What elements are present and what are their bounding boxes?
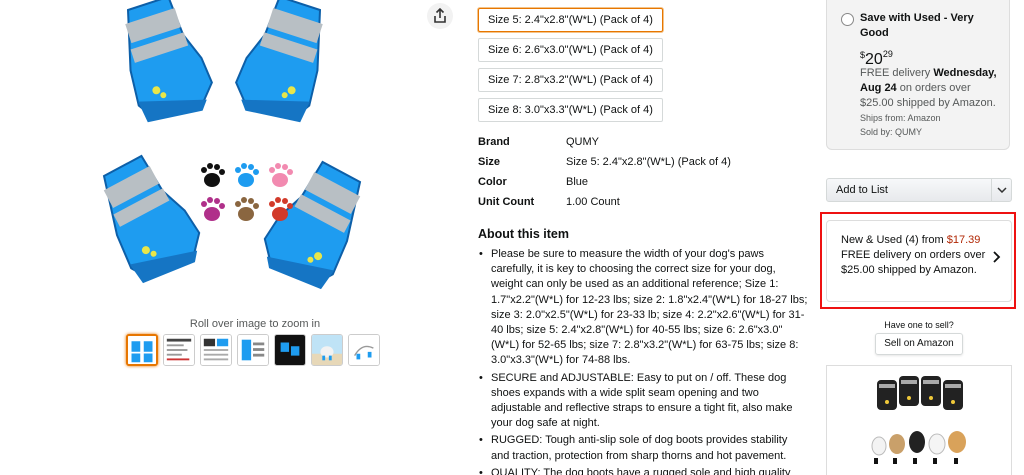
buy-box: Save with Used - Very Good $2029 FREE de… <box>820 0 1016 475</box>
spec-value: Blue <box>566 176 589 188</box>
spec-value: Size 5: 2.4"x2.8"(W*L) (Pack of 4) <box>566 156 731 168</box>
spec-label: Brand <box>478 136 510 148</box>
chevron-down-icon <box>996 187 1007 193</box>
thumbnail-2[interactable] <box>163 334 195 366</box>
spec-row: Size Size 5: 2.4"x2.8"(W*L) (Pack of 4) <box>478 152 731 172</box>
share-icon <box>434 8 446 23</box>
ships-from: Ships from: Amazon <box>860 113 941 123</box>
bullet-item: QUALITY: The dog boots have a rugged sol… <box>478 466 808 475</box>
used-offer-title[interactable]: Save with Used - Very Good <box>860 11 1000 41</box>
spec-label: Unit Count <box>478 196 535 208</box>
zoom-hint: Roll over image to zoom in <box>189 318 321 330</box>
thumbnail-1[interactable] <box>126 334 158 366</box>
thumbnail-5[interactable] <box>274 334 306 366</box>
size-option-6[interactable]: Size 6: 2.6"x3.0"(W*L) (Pack of 4) <box>478 38 663 62</box>
sell-on-amazon-button[interactable]: Sell on Amazon <box>875 333 963 355</box>
thumbnail-4[interactable] <box>237 334 269 366</box>
spec-table: Brand QUMY Size Size 5: 2.4"x2.8"(W*L) (Pa… <box>478 132 731 212</box>
bullet-item: Please be sure to measure the width of y… <box>478 247 808 369</box>
spec-label: Size <box>478 156 501 168</box>
add-to-list-label: Add to List <box>836 184 888 196</box>
add-to-list-dropdown[interactable] <box>991 179 1011 201</box>
thumbnail-3[interactable] <box>200 334 232 366</box>
size-option-5[interactable]: Size 5: 2.4"x2.8"(W*L) (Pack of 4) <box>478 8 663 32</box>
spec-row: Brand QUMY <box>478 132 731 152</box>
bullet-item: SECURE and ADJUSTABLE: Easy to put on / … <box>478 371 808 432</box>
thumbnail-6[interactable] <box>311 334 343 366</box>
chevron-right-icon <box>993 251 1001 263</box>
have-one-to-sell: Have one to sell? <box>884 320 954 330</box>
main-product-image[interactable] <box>90 0 380 312</box>
used-offer-price: $2029 <box>860 49 893 68</box>
boot-top-left <box>118 0 218 125</box>
product-details: Size 5: 2.4"x2.8"(W*L) (Pack of 4) Size … <box>470 0 820 475</box>
image-gallery: Roll over image to zoom in <box>0 0 470 475</box>
bullet-item: RUGGED: Tough anti-slip sole of dog boot… <box>478 433 808 463</box>
used-offer-radio[interactable] <box>841 13 854 26</box>
spec-value: QUMY <box>566 136 599 148</box>
boot-bottom-left <box>93 145 210 287</box>
new-and-used-text: New & Used (4) from $17.39 FREE delivery… <box>841 234 986 276</box>
used-offer-delivery: FREE delivery Wednesday, Aug 24 on order… <box>860 67 997 109</box>
size-option-8[interactable]: Size 8: 3.0"x3.3"(W*L) (Pack of 4) <box>478 98 663 122</box>
sponsored-ad[interactable] <box>826 365 1012 475</box>
add-to-list-button[interactable]: Add to List <box>826 178 1012 202</box>
thumbnail-7[interactable] <box>348 334 380 366</box>
share-button[interactable] <box>427 3 453 29</box>
used-offer-box: Save with Used - Very Good $2029 FREE de… <box>826 0 1010 150</box>
ad-product-image <box>871 376 966 464</box>
paw-prints <box>201 163 293 221</box>
spec-row: Color Blue <box>478 172 731 192</box>
boot-bottom-right <box>254 151 371 293</box>
thumbnail-strip <box>126 334 380 366</box>
about-bullets: Please be sure to measure the width of y… <box>478 247 808 475</box>
spec-value: 1.00 Count <box>566 196 620 208</box>
new-and-used-offers[interactable]: New & Used (4) from $17.39 FREE delivery… <box>826 220 1012 302</box>
boot-top-right <box>230 0 330 125</box>
size-option-7[interactable]: Size 7: 2.8"x3.2"(W*L) (Pack of 4) <box>478 68 663 92</box>
sold-by: Sold by: QUMY <box>860 127 923 137</box>
spec-row: Unit Count 1.00 Count <box>478 192 731 212</box>
about-heading: About this item <box>478 227 569 241</box>
spec-label: Color <box>478 176 507 188</box>
